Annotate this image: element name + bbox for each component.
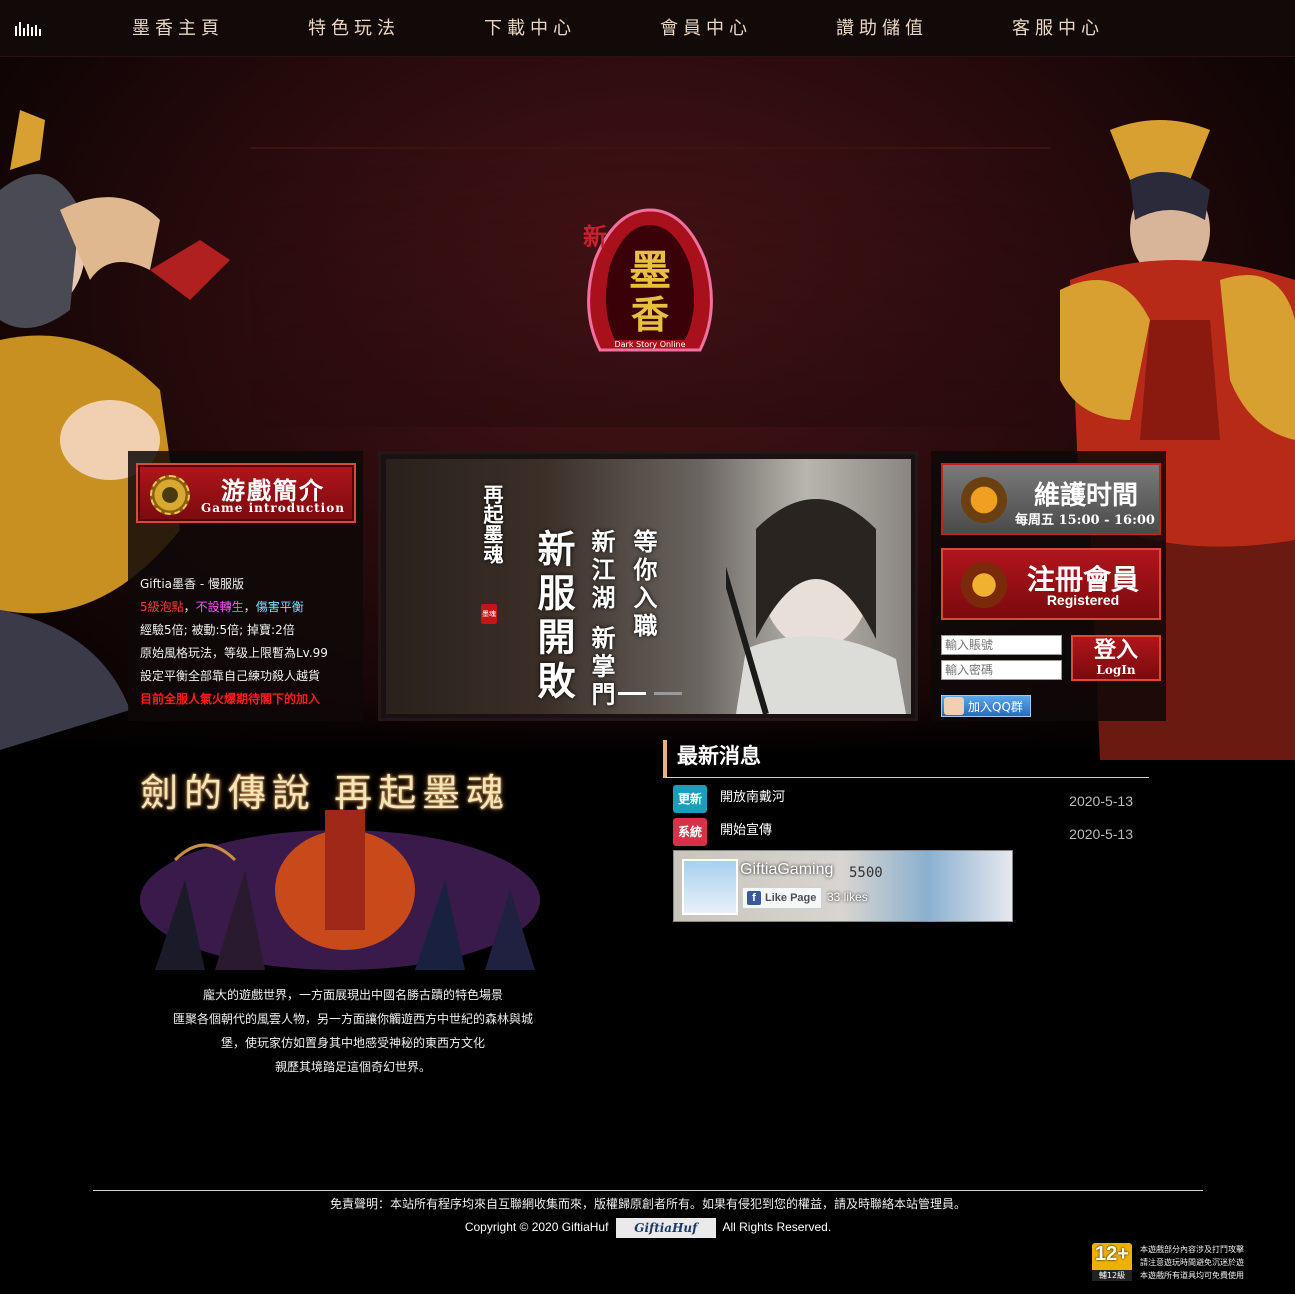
news-title[interactable]: 開始宣傳 [720,818,772,844]
slide-image: 再起墨魂 墨魂 新服開敗 新江湖 新掌門 等你入職 [386,459,911,714]
qq-label: 加入QQ群 [968,699,1023,714]
intro-text: Giftia墨香 - 慢服版 5級泡點，不設轉生，傷害平衡 經驗5倍; 被動:5… [140,573,360,711]
disclaimer: 免責聲明：本站所有程序均來自互聯網收集而來，版權歸原創者所有。如果有侵犯到您的權… [329,1197,966,1211]
slide-girl-image [726,499,906,714]
nav-item-donate[interactable]: 讚助儲值 [794,0,970,57]
nav-item-support[interactable]: 客服中心 [970,0,1146,57]
feature-balance: 傷害平衡 [255,600,304,614]
legend-desc-line-3: 堡，使玩家仿如置身其中地感受神秘的東西方文化 [220,1036,485,1050]
news-item[interactable]: 系統 開始宣傳 2020-5-13 [673,818,1143,846]
login-button[interactable]: 登入 LogIn [1071,635,1161,681]
page-avatar [682,859,738,915]
news-heading: 最新消息 [663,740,1149,778]
like-page-button[interactable]: f Like Page [742,887,822,909]
battle-scene-image [140,810,540,970]
intro-line-version: Giftia墨香 - 慢服版 [140,577,244,591]
slider-dot-1[interactable] [618,692,646,695]
news-date: 2020-5-13 [1069,826,1133,842]
nav-item-features[interactable]: 特色玩法 [266,0,442,57]
rating-note-line-1: 本遊戲部分內容涉及打鬥攻擊 [1140,1245,1244,1254]
top-nav: 墨香主頁 特色玩法 下載中心 會員中心 讚助儲值 客服中心 [0,0,1295,57]
slide-text-1: 再起墨魂 [480,484,504,564]
slider-dot-2[interactable] [654,692,682,695]
feature-no-rebirth: 不設轉生 [195,600,244,614]
copyright-prefix: Copyright © 2020 GiftiaHuf [464,1220,609,1234]
page-name[interactable]: GiftiaGaming [740,861,833,879]
game-intro-panel: 游戲簡介 Game introduction Giftia墨香 - 慢服版 5級… [128,451,363,721]
like-page-label: Like Page [765,892,817,904]
register-subtitle: Registered [1046,592,1120,608]
maintenance-button[interactable]: 維護时間 每周五 15:00 - 16:00 [941,463,1161,535]
game-logo: 墨 香 新 Dark Story Online [583,208,713,352]
facebook-page-widget[interactable]: GiftiaGaming 5500 f Like Page 33 likes [673,850,1013,922]
copyright: Copyright © 2020 GiftiaHuf GiftiaHuf All… [93,1216,1203,1238]
legend-desc-line-1: 龐大的遊戲世界，一方面展現出中國名勝古蹟的特色場景 [202,988,503,1002]
footer-divider [93,1190,1203,1191]
intro-line-rates: 經驗5倍; 被動:5倍; 掉寶:2倍 [140,623,295,637]
cover-number: 5500 [849,865,883,881]
age-rating-badge: 12+ 輔12級 [1092,1243,1132,1281]
logo-char-1: 墨 [629,246,671,295]
nav-item-download[interactable]: 下載中心 [442,0,618,57]
slide-text-3: 新江湖 新掌門 [587,529,616,710]
slide-text-2: 新服開敗 [531,529,576,705]
feature-idle: 5級泡點 [140,600,184,614]
member-panel: 維護时間 每周五 15:00 - 16:00 注冊會員 Registered 登… [931,451,1166,721]
login-label: 登入 [1093,637,1138,663]
gear-icon [150,475,190,515]
news-title[interactable]: 開放南戴河 [720,785,785,811]
rating-note: 本遊戲部分內容涉及打鬥攻擊 請注意遊玩時間避免沉迷於遊 本遊戲所有道具均可免費使… [1140,1243,1270,1282]
copyright-suffix: All Rights Reserved. [722,1220,832,1234]
logo-sub: Dark Story Online [614,340,685,349]
rating-note-line-2: 請注意遊玩時間避免沉迷於遊 [1140,1258,1244,1267]
intro-line-features: 5級泡點，不設轉生，傷害平衡 [140,600,304,614]
menu-bars-icon[interactable] [15,22,45,36]
intro-line-balance: 設定平衡全部靠自己練功殺人越貨 [140,669,321,683]
intro-subtitle: Game introduction [201,501,345,515]
maintenance-time: 每周五 15:00 - 16:00 [1015,513,1155,528]
logo-char-2: 香 [631,292,669,337]
hourglass-icon [961,477,1007,523]
rating-note-line-3: 本遊戲所有道具均可免費使用 [1140,1271,1244,1280]
nav-item-home[interactable]: 墨香主頁 [90,0,266,57]
brand-logo: GiftiaHuf [615,1217,716,1238]
likes-count: 33 likes [827,890,868,904]
register-button[interactable]: 注冊會員 Registered [941,548,1161,620]
slider-dots [618,692,682,695]
login-sublabel: LogIn [1096,663,1136,677]
promo-slider[interactable]: 再起墨魂 墨魂 新服開敗 新江湖 新掌門 等你入職 [378,451,918,721]
intro-line-level: 原始風格玩法，等级上限暫為Lv.99 [140,646,328,660]
legend-description: 龐大的遊戲世界，一方面展現出中國名勝古蹟的特色場景 匯聚各個朝代的風雲人物，另一… [128,983,578,1079]
nav-item-member[interactable]: 會員中心 [618,0,794,57]
facebook-icon: f [747,891,761,905]
intro-line-join: 目前全服人氣火爆期待閣下的加入 [140,692,321,706]
maintenance-title: 維護时間 [1033,481,1138,511]
slide-text-4: 等你入職 [629,529,658,641]
nav-menu: 墨香主頁 特色玩法 下載中心 會員中心 讚助儲值 客服中心 [90,0,1146,57]
rating-number: 12+ [1095,1243,1129,1265]
legend-desc-line-2: 匯聚各個朝代的風雲人物，另一方面讓你觸遊西方中世紀的森林與城 [172,1012,533,1026]
account-input[interactable] [941,635,1062,655]
rating-label: 輔12級 [1092,1270,1132,1281]
game-intro-button[interactable]: 游戲簡介 Game introduction [136,463,356,523]
logo-prefix: 新 [583,222,607,251]
slide-stamp: 墨魂 [481,604,497,624]
qq-group-button[interactable]: 加入QQ群 [941,695,1031,717]
knight-icon [961,562,1007,608]
news-date: 2020-5-13 [1069,793,1133,809]
qq-icon [944,697,964,715]
news-tag: 更新 [673,785,707,813]
password-input[interactable] [941,660,1062,680]
legend-desc-line-4: 親歷其境踏足這個奇幻世界。 [274,1060,431,1074]
news-tag: 系統 [673,818,707,846]
news-item[interactable]: 更新 開放南戴河 2020-5-13 [673,785,1143,813]
